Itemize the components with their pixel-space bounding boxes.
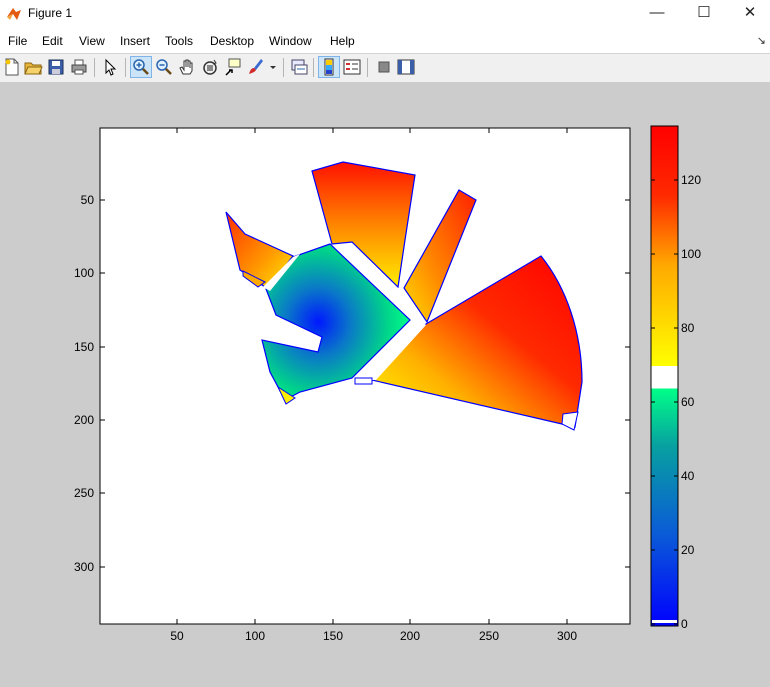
maximize-button[interactable]: ☐: [681, 0, 727, 28]
y-tick-label: 200: [74, 413, 94, 427]
colorbar-tick-label: 40: [681, 469, 695, 483]
x-tick-label: 100: [245, 629, 265, 643]
figure-canvas: 50 100 150 200 250 300 50 100 150 200 25…: [0, 82, 770, 687]
toolbar-separator: [125, 58, 126, 77]
y-tick-label: 300: [74, 560, 94, 574]
insert-legend-icon[interactable]: [342, 57, 362, 77]
x-tick-label: 150: [323, 629, 343, 643]
toolbar-separator: [367, 58, 368, 77]
brush-dropdown-chevron-down-icon[interactable]: [268, 57, 278, 77]
y-tick-label: 250: [74, 486, 94, 500]
edit-plot-arrow-icon[interactable]: [100, 57, 120, 77]
menu-desktop[interactable]: Desktop: [210, 34, 254, 48]
y-tick-label: 150: [74, 340, 94, 354]
colorbar-tick-label: 20: [681, 543, 695, 557]
colorbar-tick-label: 80: [681, 321, 695, 335]
menu-edit[interactable]: Edit: [42, 34, 63, 48]
x-tick-label: 300: [557, 629, 577, 643]
new-figure-icon[interactable]: [2, 57, 22, 77]
menu-bar: File Edit View Insert Tools Desktop Wind…: [0, 30, 770, 52]
menu-file[interactable]: File: [8, 34, 27, 48]
y-tick-label: 100: [74, 266, 94, 280]
save-figure-icon[interactable]: [46, 57, 66, 77]
menu-tools[interactable]: Tools: [165, 34, 193, 48]
y-tick-label: 50: [81, 193, 95, 207]
toolbar-separator: [283, 58, 284, 77]
colorbar-tick-label: 100: [681, 247, 701, 261]
zoom-out-icon[interactable]: [154, 57, 174, 77]
dock-arrow-icon[interactable]: ↘: [757, 34, 766, 47]
toolbar-separator: [313, 58, 314, 77]
close-button[interactable]: ✕: [727, 0, 770, 28]
colorbar[interactable]: [650, 125, 679, 627]
zoom-in-icon[interactable]: [130, 56, 152, 78]
rotate-3d-icon[interactable]: [200, 57, 220, 77]
colorbar-tick-label: 60: [681, 395, 695, 409]
pan-hand-icon[interactable]: [177, 57, 197, 77]
matlab-logo-icon: [7, 8, 21, 20]
hide-plot-tools-icon[interactable]: [374, 57, 394, 77]
x-tick-label: 50: [170, 629, 184, 643]
figure-svg: 50 100 150 200 250 300 50 100 150 200 25…: [74, 125, 701, 643]
brush-icon[interactable]: [246, 57, 266, 77]
show-plot-tools-icon[interactable]: [396, 57, 416, 77]
figure-toolbar: [0, 53, 770, 83]
link-plot-icon[interactable]: [289, 57, 309, 77]
colorbar-tick-label: 120: [681, 173, 701, 187]
minimize-button[interactable]: —: [634, 0, 680, 28]
print-figure-icon[interactable]: [69, 57, 89, 77]
x-tick-label: 200: [400, 629, 420, 643]
x-tick-label: 250: [479, 629, 499, 643]
colorbar-tick-label: 0: [681, 617, 688, 631]
colorbar-bottom-white: [652, 620, 677, 623]
open-file-icon[interactable]: [23, 57, 43, 77]
menu-help[interactable]: Help: [330, 34, 355, 48]
title-bar: Figure 1 — ☐ ✕: [0, 0, 770, 28]
menu-insert[interactable]: Insert: [120, 34, 150, 48]
toolbar-separator: [94, 58, 95, 77]
insert-colorbar-icon[interactable]: [318, 56, 340, 78]
data-cursor-icon[interactable]: [223, 57, 243, 77]
window-title: Figure 1: [28, 6, 73, 20]
menu-view[interactable]: View: [79, 34, 105, 48]
menu-window[interactable]: Window: [269, 34, 312, 48]
region-bottom-notch: [354, 377, 373, 385]
